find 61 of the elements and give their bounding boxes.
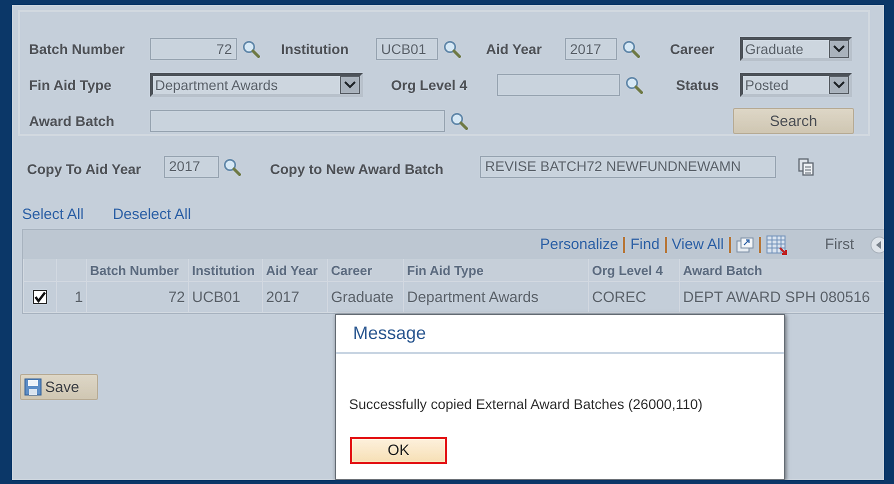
dropdown[interactable]: Department Awards [150, 73, 363, 97]
field-label: Fin Aid Type [29, 77, 112, 93]
link[interactable]: Deselect All [112, 206, 192, 226]
column-header[interactable]: Fin Aid Type [404, 259, 588, 282]
column-header[interactable]: Institution [188, 259, 262, 282]
row-number: 1 [56, 282, 86, 312]
chevron-down-icon [833, 81, 845, 89]
column-header[interactable]: Org Level 4 [588, 259, 680, 282]
first-label: First [824, 236, 854, 253]
field-label: Batch Number [29, 41, 126, 57]
field-label: Aid Year [486, 41, 543, 57]
ok-button[interactable]: OK [350, 437, 447, 464]
spreadsheet-icon[interactable] [766, 234, 788, 254]
search-icon[interactable] [450, 112, 468, 130]
checkbox[interactable] [33, 290, 47, 304]
input-field[interactable]: 2017 [164, 156, 219, 178]
field-label: Career [670, 41, 716, 57]
field-label: Status [676, 77, 720, 93]
input-field[interactable]: UCB01 [376, 38, 438, 60]
column-header[interactable]: Award Batch [680, 259, 884, 282]
table-cell: Department Awards [404, 282, 588, 312]
dialog-title: Message [336, 315, 784, 354]
link[interactable]: View All [672, 236, 724, 253]
check-icon [34, 291, 46, 303]
chevron-down-icon [833, 45, 845, 53]
search-icon[interactable] [242, 40, 260, 58]
dropdown[interactable]: Posted [740, 73, 852, 97]
table-cell: DEPT AWARD SPH 080516 [680, 282, 884, 312]
input-field[interactable] [497, 74, 620, 96]
search-button[interactable]: Search [733, 108, 854, 134]
column-header[interactable]: Career [328, 259, 404, 282]
copy-icon[interactable] [798, 158, 814, 176]
table-cell: COREC [588, 282, 680, 312]
new-window-icon[interactable] [736, 236, 754, 252]
table-cell: 72 [86, 282, 188, 312]
dialog-message: Successfully copied External Award Batches (26000,110) [349, 396, 704, 412]
field-label: Award Batch [29, 113, 116, 129]
save-button[interactable]: Save [20, 374, 98, 400]
search-icon[interactable] [625, 76, 643, 94]
column-header[interactable]: Aid Year [262, 259, 328, 282]
chevron-down-icon [344, 81, 356, 89]
link[interactable]: Select All [22, 206, 84, 226]
search-icon[interactable] [622, 40, 640, 58]
field-label: Copy To Aid Year [27, 160, 142, 177]
table-cell: Graduate [328, 282, 404, 312]
input-field[interactable]: REVISE BATCH72 NEWFUNDNEWAMN [480, 156, 776, 178]
field-label: Institution [281, 41, 350, 57]
table-cell: UCB01 [188, 282, 262, 312]
search-icon[interactable] [223, 158, 241, 176]
dropdown[interactable]: Graduate [740, 37, 852, 61]
input-field[interactable]: 2017 [565, 38, 617, 60]
previous-icon[interactable] [870, 236, 884, 254]
field-label: Org Level 4 [391, 77, 468, 93]
column-header[interactable]: Batch Number [86, 259, 188, 282]
input-field[interactable]: 72 [150, 38, 237, 60]
link[interactable]: Personalize [540, 236, 618, 253]
field-label: Copy to New Award Batch [270, 160, 444, 177]
search-icon[interactable] [443, 40, 461, 58]
input-field[interactable] [150, 110, 445, 132]
link[interactable]: Find [630, 236, 660, 253]
table-cell: 2017 [262, 282, 328, 312]
